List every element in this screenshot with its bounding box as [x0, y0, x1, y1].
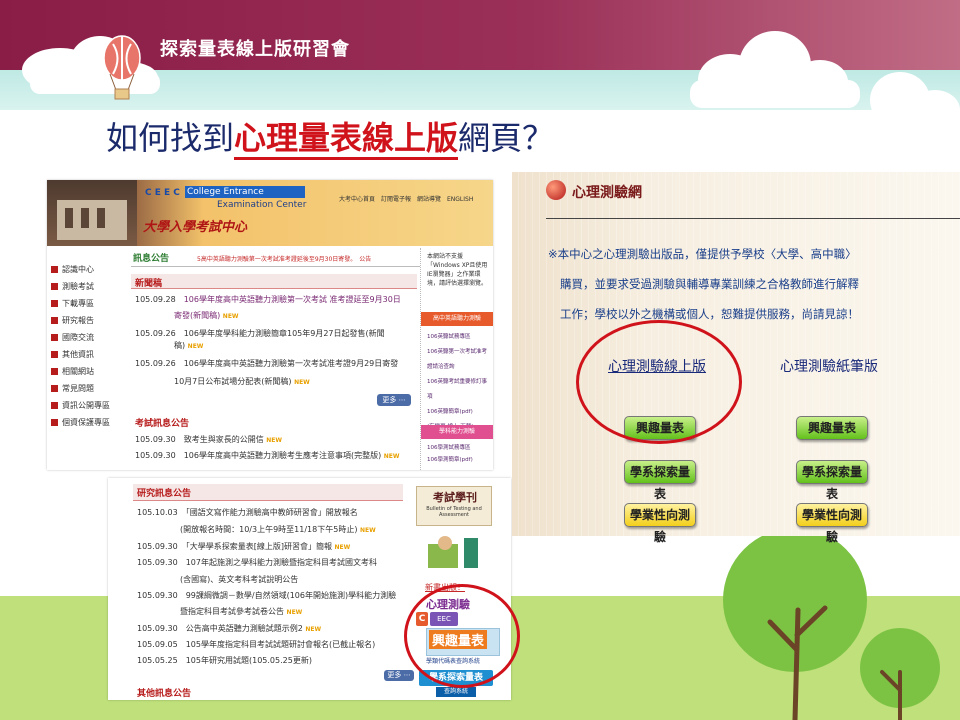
tree-small-icon — [860, 628, 940, 720]
building-photo — [47, 180, 137, 246]
paper-interest-button[interactable]: 興趣量表 — [796, 416, 868, 440]
news-row[interactable]: 105.09.30 99課綱微調－數學/自然領域(106年開始施測)學科能力測驗 — [137, 590, 396, 601]
news-row[interactable]: (開放報名時間：10/3上午9時至11/18下午5時止) NEW — [180, 524, 376, 535]
right-section-english: 高中英語聽力測驗 — [421, 312, 493, 326]
paper-aptitude-button[interactable]: 學業性向測驗 — [796, 503, 868, 544]
other-title: 其他訊息公告 — [137, 689, 192, 699]
news-row[interactable]: 105.09.30 致考生與家長的公開信 NEW — [135, 434, 282, 445]
journal-banner[interactable]: 考試學刊 Bulletin of Testing and Assessment — [416, 486, 492, 526]
news-row[interactable]: 105.09.26 106學年度高中英語聽力測驗第一次考試准考證9月29日寄發 — [135, 358, 398, 369]
cloud-right-icon — [690, 31, 860, 108]
slide-heading: 如何找到心理量表線上版網頁？ — [106, 113, 555, 160]
sidebar-item-links[interactable]: 相關網站 — [51, 366, 94, 377]
ceec-homepage-screenshot: C E E C College Entrance Examination Cen… — [47, 180, 493, 470]
news-row[interactable]: 105.09.28 106學年度高中英語聽力測驗第一次考試 准考證延至9月30日 — [135, 294, 401, 305]
psych-page-screenshot: 心理測驗網 ※本中心之心理測驗出版品，僅提供予學校〈大學、高中職〉 購買，並要求… — [512, 172, 960, 544]
ceec-code: C E E C — [145, 188, 180, 198]
news-row[interactable]: 105.09.05 105學年度指定科目考試試題研討會報名(已截止報名) — [137, 639, 375, 650]
heading-highlight: 心理量表線上版 — [234, 119, 459, 160]
more-button[interactable]: 更多 ⋯ — [377, 394, 411, 406]
sidebar-item-faq[interactable]: 常見問題 — [51, 383, 94, 394]
sidebar-item-international[interactable]: 國際交流 — [51, 332, 94, 343]
top-links[interactable]: 大考中心首頁 訂閱電子報 網站導覽 ENGLISH — [339, 194, 473, 203]
sidebar-item-exams[interactable]: 測驗考試 — [51, 281, 94, 292]
heading-prefix: 如何找到 — [106, 119, 235, 157]
right-links-gsat[interactable]: 106學測試務專區 106學測簡章(pdf) — [427, 442, 491, 466]
latest-title: 新聞稿 — [135, 279, 163, 289]
news-row[interactable]: 105.10.03 「國語文寫作能力測驗高中教師研習會」開放報名 — [137, 507, 358, 518]
explore-sub[interactable]: 查詢系統 — [436, 687, 476, 697]
news-row[interactable]: 105.09.30 107年起施測之學科能力測驗暨指定科目考試國文考科 — [137, 557, 377, 568]
news-row[interactable]: 105.09.30 106學年度高中英語聽力測驗考生應考注意事項(完整版) NE… — [135, 450, 400, 461]
notice-line-1: ※本中心之心理測驗出版品，僅提供予學校〈大學、高中職〉 — [548, 247, 857, 261]
notice-line-2: 購買，並要求受過測驗與輔導專業訓練之合格教師進行解釋 — [560, 277, 859, 291]
news-row[interactable]: 105.05.25 105年研究用試題(105.05.25更新) — [137, 655, 312, 666]
online-aptitude-button[interactable]: 學業性向測驗 — [624, 503, 696, 544]
sidebar-item-downloads[interactable]: 下載專區 — [51, 298, 94, 309]
research-title: 研究訊息公告 — [137, 489, 192, 499]
news-label: 訊息公告 — [133, 254, 170, 264]
more-button[interactable]: 更多 ⋯ — [384, 670, 414, 681]
ceec-en-line1: College Entrance — [187, 187, 264, 197]
news-row[interactable]: (含國寫)、英文考科考試說明公告 — [180, 574, 298, 585]
paper-explore-button[interactable]: 學系探索量表 — [796, 460, 868, 501]
texture — [512, 172, 960, 536]
ceec-zh-name: 大學入學考試中心 — [143, 220, 248, 235]
slide-header-title: 探索量表線上版研習會 — [160, 39, 350, 60]
sidebar-item-research[interactable]: 研究報告 — [51, 315, 94, 326]
news-row[interactable]: 稿) NEW — [174, 340, 203, 351]
news-row[interactable]: 105.09.30 「大學學系探索量表[線上版]研習會」簡報 NEW — [137, 541, 350, 552]
highlight-circle-online-link — [576, 320, 742, 444]
news-row[interactable]: 暨指定科目考試參考試卷公告 NEW — [180, 606, 302, 617]
heading-suffix: 網頁？ — [458, 119, 555, 157]
right-links-english[interactable]: 106英聽試務專區 106英聽第一次考試准考證請洽查詢 106英聽考試重要修訂事… — [427, 330, 491, 435]
notice-line-3: 工作；學校以外之機構或個人，恕難提供服務，尚請見諒！ — [560, 307, 859, 321]
reading-icon[interactable] — [418, 534, 488, 574]
title-badge-icon — [546, 180, 566, 200]
title-divider — [546, 218, 960, 219]
tree-large-icon — [723, 528, 867, 720]
right-section-gsat: 學科能力測驗 — [421, 425, 493, 439]
cloud-right-small-icon — [870, 72, 960, 130]
exam-title: 考試訊息公告 — [135, 419, 190, 429]
news-row[interactable]: 10月7日公布試場分配表(新聞稿) NEW — [174, 376, 310, 387]
news-row[interactable]: 105.09.30 公告高中英語聽力測驗試題示例2 NEW — [137, 623, 321, 634]
psych-page-title: 心理測驗網 — [572, 185, 642, 201]
sidebar-item-other[interactable]: 其他資訊 — [51, 349, 94, 360]
news-marquee: 5高中英語聽力測驗第一次考試准考證延後至9月30日寄發。 公告 — [197, 256, 372, 263]
sidebar-item-privacy[interactable]: 個資保護專區 — [51, 417, 110, 428]
latest-title-bar — [131, 274, 417, 289]
right-notice: 本網站不支援「Windows XP且使用IE瀏覽器」之作業環境，請評估選擇瀏覽。 — [427, 253, 488, 287]
online-explore-button[interactable]: 學系探索量表 — [624, 460, 696, 501]
news-row[interactable]: 105.09.26 106學年度學科能力測驗簡章105年9月27日起發售(新聞 — [135, 328, 385, 339]
news-row[interactable]: 寄發(新聞稿) NEW — [174, 310, 239, 321]
sidebar-item-about[interactable]: 認識中心 — [51, 264, 94, 275]
paper-version-link[interactable]: 心理測驗紙筆版 — [780, 356, 878, 376]
ceec-en-line2: Examination Center — [217, 200, 307, 210]
highlight-circle-psych-banner — [404, 584, 520, 688]
sidebar-item-disclosure[interactable]: 資訊公開專區 — [51, 400, 110, 411]
